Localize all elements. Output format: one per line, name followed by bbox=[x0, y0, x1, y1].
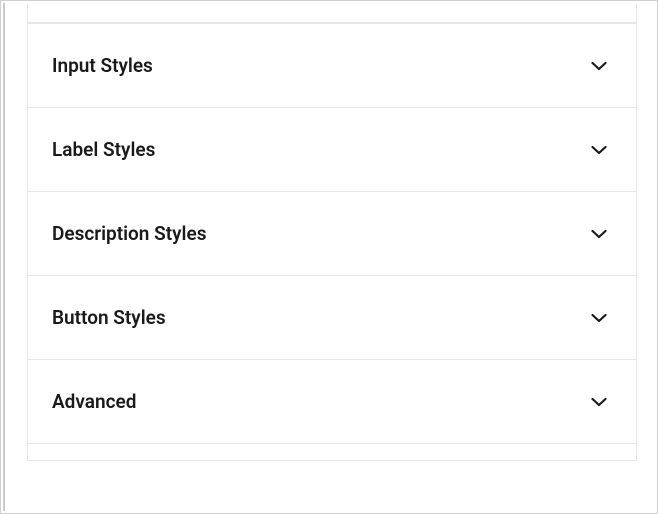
panel-outer: Input Styles Label Styles Description St… bbox=[0, 0, 658, 514]
accordion-label: Advanced bbox=[52, 390, 136, 413]
truncated-row-top bbox=[27, 3, 637, 23]
accordion-label: Description Styles bbox=[52, 222, 207, 245]
chevron-down-icon bbox=[590, 57, 608, 75]
accordion-item-description-styles[interactable]: Description Styles bbox=[27, 191, 637, 276]
chevron-down-icon bbox=[590, 225, 608, 243]
accordion-item-input-styles[interactable]: Input Styles bbox=[27, 23, 637, 108]
accordion-label: Label Styles bbox=[52, 138, 155, 161]
accordion-label: Input Styles bbox=[52, 54, 153, 77]
accordion-label: Button Styles bbox=[52, 306, 166, 329]
accordion-container: Input Styles Label Styles Description St… bbox=[3, 3, 655, 511]
chevron-down-icon bbox=[590, 393, 608, 411]
truncated-row-bottom bbox=[27, 443, 637, 461]
chevron-down-icon bbox=[590, 141, 608, 159]
chevron-down-icon bbox=[590, 309, 608, 327]
accordion-item-button-styles[interactable]: Button Styles bbox=[27, 275, 637, 360]
accordion-item-label-styles[interactable]: Label Styles bbox=[27, 107, 637, 192]
accordion-item-advanced[interactable]: Advanced bbox=[27, 359, 637, 444]
